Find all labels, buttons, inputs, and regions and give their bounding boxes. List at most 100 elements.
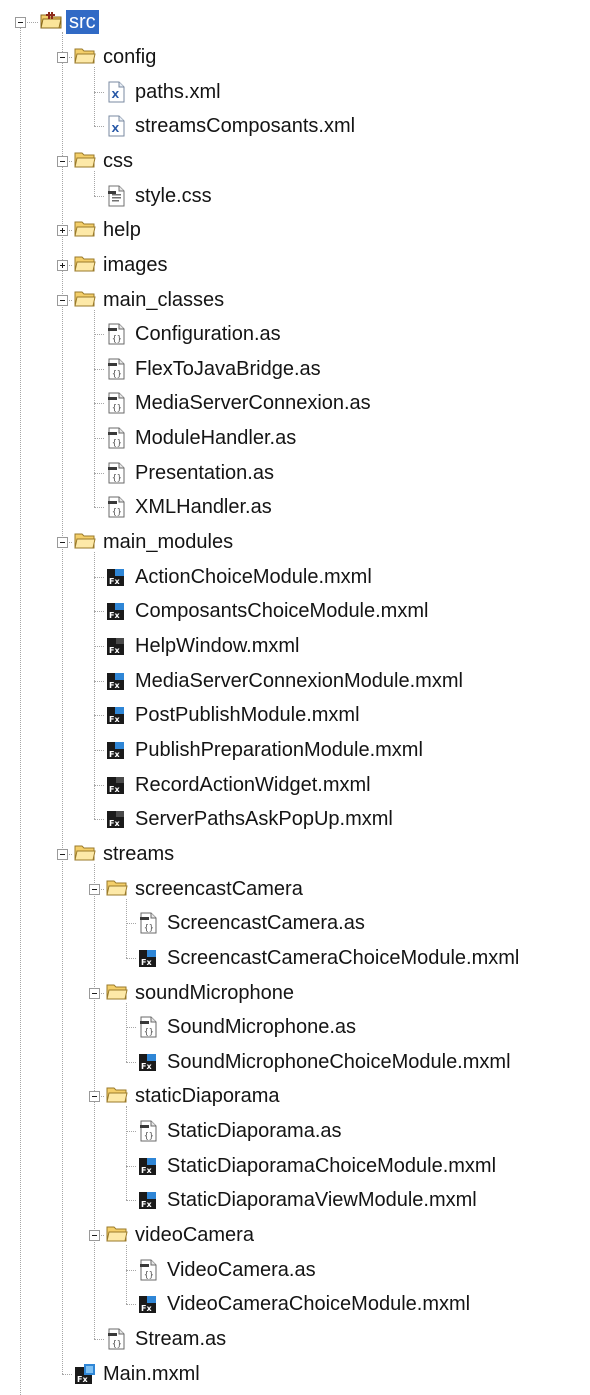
collapse-toggle-icon[interactable]	[89, 987, 100, 999]
folder-icon	[74, 289, 96, 311]
collapse-toggle-icon[interactable]	[57, 294, 68, 306]
tree-folder-help[interactable]: help	[0, 213, 590, 247]
tree-connector-horizontal	[94, 403, 104, 405]
tree-file-flextojavabridge-as[interactable]: {} FlexToJavaBridge.as	[0, 352, 590, 386]
tree-connector-horizontal	[126, 923, 136, 925]
actionscript-file-icon: {}	[106, 496, 126, 522]
tree-file-videocamera-as[interactable]: {} VideoCamera.as	[0, 1252, 590, 1286]
tree-file-mediaserverconnexion-as[interactable]: {} MediaServerConnexion.as	[0, 386, 590, 420]
svg-text:{}: {}	[112, 369, 122, 378]
tree-file-staticdiaporamachoicemodule-mxml[interactable]: Fx StaticDiaporamaChoiceModule.mxml	[0, 1148, 590, 1182]
tree-folder-main-classes[interactable]: main_classes	[0, 282, 590, 316]
tree-file-helpwindow-mxml[interactable]: Fx HelpWindow.mxml	[0, 629, 590, 663]
tree-folder-css[interactable]: css	[0, 144, 590, 178]
svg-text:{}: {}	[144, 1131, 154, 1140]
tree-file-streamscomposants-xml[interactable]: XstreamsComposants.xml	[0, 109, 590, 143]
tree-file-xmlhandler-as[interactable]: {} XMLHandler.as	[0, 490, 590, 524]
tree-folder-screencastcamera[interactable]: screencastCamera	[0, 871, 590, 905]
svg-text:Fx: Fx	[109, 646, 120, 655]
expand-toggle-icon[interactable]	[57, 225, 68, 237]
tree-file-staticdiaporama-as[interactable]: {} StaticDiaporama.as	[0, 1114, 590, 1148]
tree-folder-main-modules[interactable]: main_modules	[0, 525, 590, 559]
svg-text:X: X	[112, 90, 120, 101]
svg-text:Fx: Fx	[141, 1166, 152, 1175]
tree-connector-horizontal	[94, 819, 104, 821]
tree-file-configuration-as[interactable]: {} Configuration.as	[0, 317, 590, 351]
tree-node-label: HelpWindow.mxml	[135, 635, 300, 657]
tree-file-videocamerachoicemodule-mxml[interactable]: Fx VideoCameraChoiceModule.mxml	[0, 1287, 590, 1321]
actionscript-file-icon: {}	[138, 1120, 158, 1146]
tree-file-soundmicrophone-as[interactable]: {} SoundMicrophone.as	[0, 1010, 590, 1044]
svg-text:{}: {}	[112, 473, 122, 482]
tree-folder-config[interactable]: config	[0, 40, 590, 74]
tree-file-postpublishmodule-mxml[interactable]: Fx PostPublishModule.mxml	[0, 698, 590, 732]
collapse-toggle-icon[interactable]	[89, 1230, 100, 1242]
tree-node-label: images	[103, 253, 168, 276]
tree-connector-horizontal	[94, 507, 104, 509]
tree-file-recordactionwidget-mxml[interactable]: Fx RecordActionWidget.mxml	[0, 767, 590, 801]
tree-connector-horizontal	[94, 334, 104, 336]
collapse-toggle-icon[interactable]	[89, 883, 100, 895]
tree-file-composantschoicemodule-mxml[interactable]: Fx ComposantsChoiceModule.mxml	[0, 594, 590, 628]
tree-file-modulehandler-as[interactable]: {} ModuleHandler.as	[0, 421, 590, 455]
folder-icon	[74, 531, 96, 553]
collapse-toggle-icon[interactable]	[57, 51, 68, 63]
tree-file-main-mxml[interactable]: Fx Main.mxml	[0, 1356, 590, 1390]
collapse-toggle-icon[interactable]	[89, 1091, 100, 1103]
tree-file-screencastcamerachoicemodule-mxml[interactable]: Fx ScreencastCameraChoiceModule.mxml	[0, 941, 590, 975]
mxml-module-icon: Fx	[106, 566, 126, 592]
tree-file-mediaserverconnexionmodule-mxml[interactable]: Fx MediaServerConnexionModule.mxml	[0, 663, 590, 697]
svg-text:X: X	[112, 124, 120, 135]
tree-node-label: paths.xml	[135, 80, 221, 103]
collapse-toggle-icon[interactable]	[57, 848, 68, 860]
svg-text:Fx: Fx	[77, 1375, 88, 1384]
mxml-application-icon: Fx	[74, 1363, 96, 1389]
tree-file-soundmicrophonechoicemodule-mxml[interactable]: Fx SoundMicrophoneChoiceModule.mxml	[0, 1045, 590, 1079]
tree-file-publishpreparationmodule-mxml[interactable]: Fx PublishPreparationModule.mxml	[0, 733, 590, 767]
svg-text:Fx: Fx	[109, 819, 120, 828]
tree-file-paths-xml[interactable]: Xpaths.xml	[0, 74, 590, 108]
tree-file-presentation-as[interactable]: {} Presentation.as	[0, 455, 590, 489]
tree-connector-horizontal	[126, 957, 136, 959]
folder-icon	[106, 878, 128, 900]
svg-text:Fx: Fx	[109, 611, 120, 620]
tree-connector-horizontal	[62, 1373, 72, 1375]
tree-file-stream-as[interactable]: {} Stream.as	[0, 1322, 590, 1356]
tree-file-screencastcamera-as[interactable]: {} ScreencastCamera.as	[0, 906, 590, 940]
tree-node-label: main_classes	[103, 288, 225, 311]
tree-folder-src[interactable]: src	[0, 5, 590, 39]
tree-connector-horizontal	[126, 1061, 136, 1063]
actionscript-file-icon: {}	[106, 427, 126, 453]
tree-folder-streams[interactable]: streams	[0, 837, 590, 871]
tree-folder-soundmicrophone[interactable]: soundMicrophone	[0, 975, 590, 1009]
tree-file-staticdiaporamaviewmodule-mxml[interactable]: Fx StaticDiaporamaViewModule.mxml	[0, 1183, 590, 1217]
collapse-toggle-icon[interactable]	[57, 537, 68, 549]
actionscript-file-icon: {}	[106, 323, 126, 349]
tree-folder-videocamera[interactable]: videoCamera	[0, 1218, 590, 1252]
tree-folder-images[interactable]: images	[0, 248, 590, 282]
actionscript-file-icon: {}	[138, 1016, 158, 1042]
tree-node-label: MediaServerConnexionModule.mxml	[135, 669, 463, 692]
tree-connector-horizontal	[94, 472, 104, 474]
tree-node-label: SoundMicrophone.as	[167, 1016, 357, 1039]
svg-text:{}: {}	[112, 438, 122, 447]
tree-connector-horizontal	[94, 749, 104, 751]
tree-connector-horizontal	[126, 1269, 136, 1271]
source-folder-icon	[40, 11, 62, 33]
collapse-toggle-icon[interactable]	[15, 17, 26, 29]
mxml-module-icon: Fx	[106, 670, 126, 696]
project-file-tree: src config Xpaths.xml XstreamsComposants.xm…	[0, 0, 590, 1395]
tree-file-actionchoicemodule-mxml[interactable]: Fx ActionChoiceModule.mxml	[0, 559, 590, 593]
collapse-toggle-icon[interactable]	[57, 155, 68, 167]
tree-node-label: main_modules	[103, 531, 234, 554]
tree-node-label: src	[66, 10, 99, 35]
tree-file-style-css[interactable]: style.css	[0, 178, 590, 212]
tree-node-label: config	[103, 45, 157, 68]
folder-icon	[74, 219, 96, 241]
svg-text:Fx: Fx	[141, 1200, 152, 1209]
expand-toggle-icon[interactable]	[57, 259, 68, 271]
tree-folder-staticdiaporama[interactable]: staticDiaporama	[0, 1079, 590, 1113]
actionscript-file-icon: {}	[106, 1328, 126, 1354]
tree-node-label: Configuration.as	[135, 323, 281, 346]
tree-file-serverpathsaskpopup-mxml[interactable]: Fx ServerPathsAskPopUp.mxml	[0, 802, 590, 836]
